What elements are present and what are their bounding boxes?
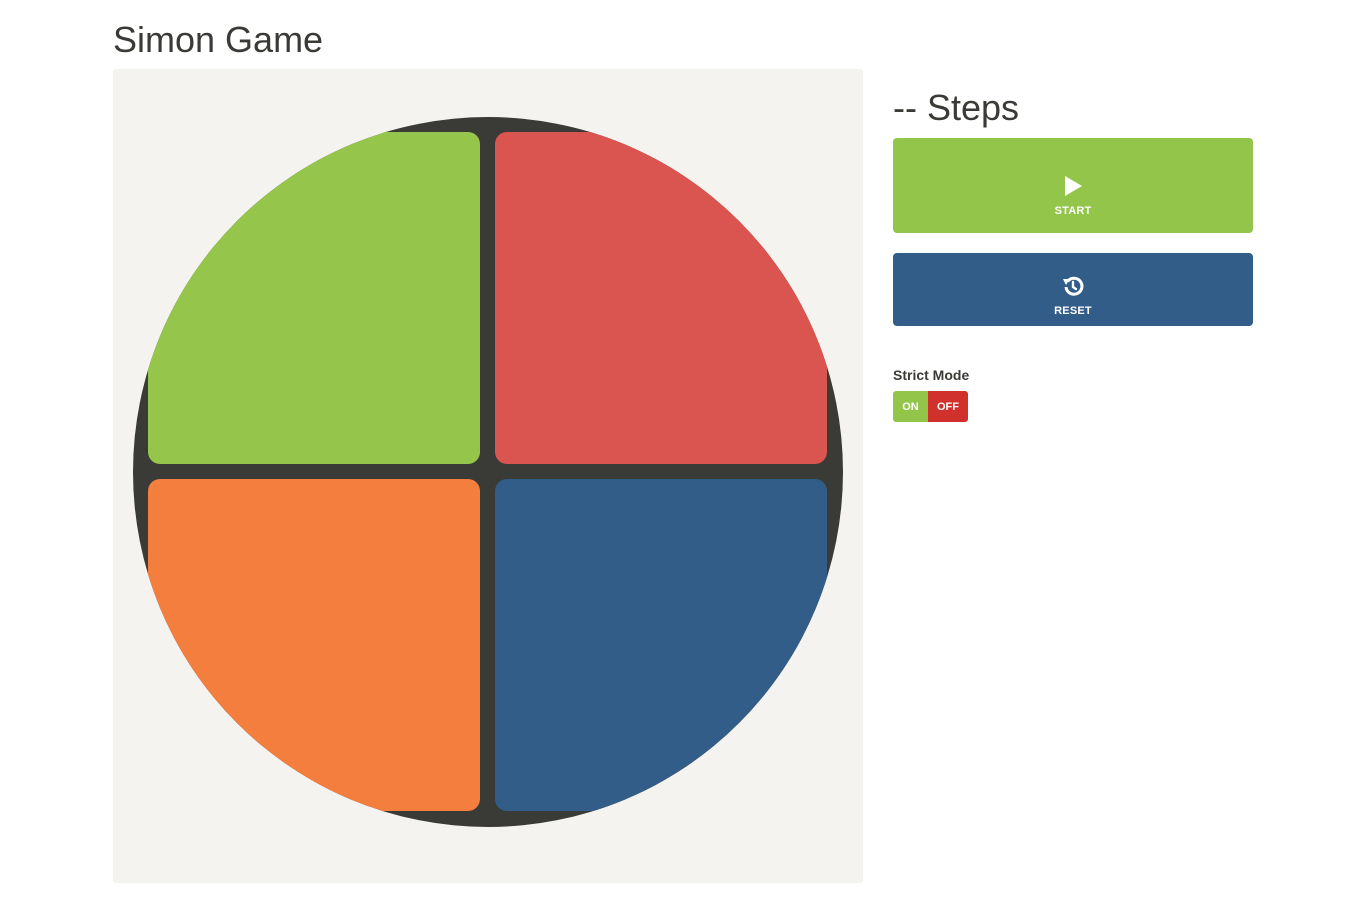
start-button[interactable]: START	[893, 138, 1253, 233]
green-pad[interactable]	[148, 132, 480, 464]
start-button-label: START	[1054, 204, 1092, 217]
reset-history-icon	[893, 263, 1253, 297]
play-icon	[893, 155, 1253, 197]
page: Simon Game -- Steps START RESET Strict M…	[0, 0, 1366, 903]
orange-pad[interactable]	[148, 479, 480, 811]
reset-button[interactable]: RESET	[893, 253, 1253, 326]
reset-button-label: RESET	[1054, 304, 1092, 317]
strict-mode-toggle: ON OFF	[893, 391, 968, 422]
simon-board	[133, 117, 843, 827]
blue-pad[interactable]	[495, 479, 827, 811]
page-title: Simon Game	[113, 19, 324, 60]
red-pad[interactable]	[495, 132, 827, 464]
strict-mode-on-button[interactable]: ON	[893, 391, 928, 422]
strict-mode-label: Strict Mode	[893, 367, 970, 383]
control-panel: -- Steps START RESET Strict Mode ON OFF	[893, 85, 1253, 422]
strict-mode-off-button[interactable]: OFF	[928, 391, 968, 422]
game-board-panel	[113, 69, 863, 883]
steps-counter: -- Steps	[893, 87, 1020, 128]
